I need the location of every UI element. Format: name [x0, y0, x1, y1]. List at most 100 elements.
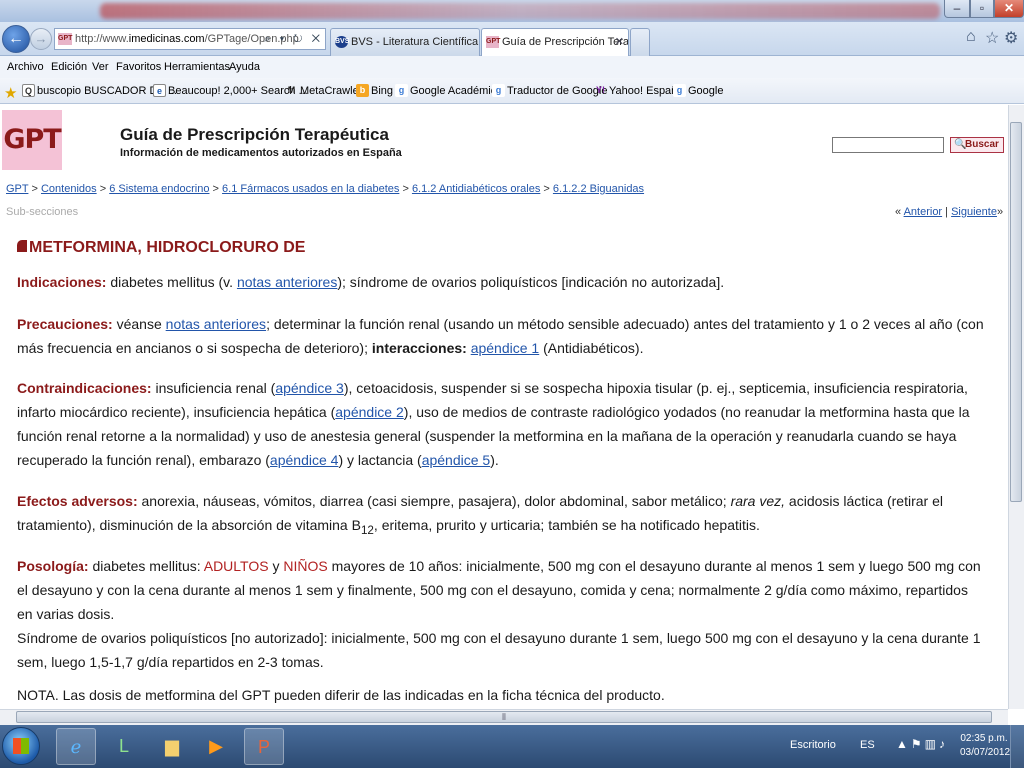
search-button[interactable]: 🔍 Buscar: [950, 137, 1004, 153]
clock-time: 02:35 p.m.: [960, 733, 1008, 744]
breadcrumb-farmacos-diabetes[interactable]: 6.1 Fármacos usados en la diabetes: [222, 183, 399, 195]
drug-title: METFORMINA, HIDROCLORURO DE: [17, 239, 305, 257]
notas-anteriores-link[interactable]: notas anteriores: [166, 316, 266, 332]
ninos-label: NIÑOS: [283, 558, 328, 574]
maximize-button[interactable]: ▫: [970, 0, 994, 18]
lync-icon[interactable]: L: [104, 728, 144, 765]
apendice-4-link[interactable]: apéndice 4: [270, 452, 339, 468]
back-button[interactable]: ←: [2, 25, 30, 53]
new-tab-button[interactable]: [630, 28, 650, 56]
fav-bing[interactable]: b Bing: [356, 78, 393, 104]
minimize-button[interactable]: –: [944, 0, 970, 18]
folder-icon[interactable]: ▆: [152, 728, 192, 765]
siguiente-link[interactable]: Siguiente: [951, 206, 997, 218]
drug-title-text: METFORMINA, HIDROCLORURO DE: [29, 239, 306, 256]
breadcrumb-sistema-endocrino[interactable]: 6 Sistema endocrino: [109, 183, 209, 195]
fav-label: MetaCrawler: [300, 85, 363, 97]
breadcrumb-home[interactable]: GPT: [6, 183, 28, 195]
language-indicator[interactable]: ES: [860, 739, 875, 751]
metacrawler-icon: M: [287, 85, 296, 95]
text: ) y lactancia (: [338, 452, 422, 468]
apendice-3-link[interactable]: apéndice 3: [275, 380, 344, 396]
gear-icon[interactable]: ⚙: [1004, 28, 1018, 48]
text: véanse: [112, 316, 166, 332]
url-prefix: http://www.: [75, 33, 129, 45]
home-icon[interactable]: ⌂: [966, 28, 976, 46]
section-label: Indicaciones:: [17, 274, 107, 290]
text: insuficiencia renal (: [151, 380, 276, 396]
fav-google-academico[interactable]: g Google Académico: [395, 78, 502, 104]
menu-herramientas[interactable]: Herramientas: [164, 56, 230, 78]
media-player-icon[interactable]: ▶: [196, 728, 236, 765]
google-icon: g: [492, 84, 505, 97]
prev-arrow: «: [895, 206, 902, 218]
start-button[interactable]: [2, 727, 40, 765]
favorites-star-icon[interactable]: ☆: [985, 28, 999, 48]
fav-label: Google Académico: [410, 85, 503, 97]
apendice-1-link[interactable]: apéndice 1: [471, 340, 540, 356]
breadcrumb-sep: >: [212, 183, 219, 195]
tab-gpt[interactable]: GPT Guía de Prescripción Terapé... ✕: [481, 28, 629, 56]
menu-ayuda[interactable]: Ayuda: [229, 56, 260, 78]
fav-google[interactable]: g Google: [673, 78, 723, 104]
site-subtitle: Información de medicamentos autorizados …: [120, 147, 402, 159]
windows-logo-icon: [13, 738, 29, 754]
tab-bvs[interactable]: BVS BVS - Literatura Científica y Té...: [330, 28, 480, 56]
tray-icons[interactable]: ▲⚑▥♪: [896, 737, 948, 751]
clock[interactable]: 02:35 p.m. 03/07/2012: [960, 732, 1010, 760]
indicaciones-section: Indicaciones: diabetes mellitus (v. nota…: [17, 270, 987, 294]
yahoo-icon: Y!: [596, 85, 605, 95]
notas-anteriores-link[interactable]: notas anteriores: [237, 274, 337, 290]
address-bar[interactable]: GPT http://www.imedicinas.com/GPTage/Ope…: [54, 28, 326, 50]
internet-explorer-icon[interactable]: ℯ: [56, 728, 96, 765]
close-button[interactable]: ✕: [994, 0, 1024, 18]
bvs-favicon-icon: BVS: [335, 36, 349, 48]
anterior-link[interactable]: Anterior: [904, 206, 943, 218]
apendice-5-link[interactable]: apéndice 5: [422, 452, 491, 468]
show-desktop-button[interactable]: [1010, 725, 1024, 768]
escritorio-toolbar[interactable]: Escritorio: [790, 739, 836, 751]
text: ); síndrome de ovarios poliquísticos [in…: [337, 274, 725, 290]
breadcrumb-biguanidas[interactable]: 6.1.2.2 Biguanidas: [553, 183, 644, 195]
subscript: 12: [360, 523, 374, 537]
fav-traductor[interactable]: g Traductor de Google: [492, 78, 607, 104]
breadcrumb-sep: >: [543, 183, 550, 195]
breadcrumb-contenidos[interactable]: Contenidos: [41, 183, 97, 195]
nota: NOTA. Las dosis de metformina del GPT pu…: [17, 687, 665, 703]
forward-button[interactable]: →: [30, 28, 52, 50]
fav-metacrawler[interactable]: M MetaCrawler: [285, 78, 363, 104]
contraindicaciones-section: Contraindicaciones: insuficiencia renal …: [17, 376, 987, 472]
breadcrumb-antidiabeticos-orales[interactable]: 6.1.2 Antidiabéticos orales: [412, 183, 540, 195]
close-tab-icon[interactable]: ✕: [615, 29, 624, 55]
efectos-adversos-section: Efectos adversos: anorexia, náuseas, vóm…: [17, 489, 987, 543]
fav-yahoo[interactable]: Y! Yahoo! España: [594, 78, 683, 104]
browser-nav-bar: ← → GPT http://www.imedicinas.com/GPTage…: [0, 22, 1024, 56]
blurred-window-title: [100, 3, 940, 19]
search-icon: 🔍: [954, 139, 967, 150]
google-icon: g: [395, 84, 408, 97]
address-controls[interactable]: ⌕ ▾ ↻ ✕: [264, 29, 323, 49]
breadcrumb-sep: >: [99, 183, 107, 195]
menu-archivo[interactable]: Archivo: [7, 56, 44, 78]
precauciones-section: Precauciones: véanse notas anteriores; d…: [17, 312, 987, 360]
section-label: Contraindicaciones:: [17, 380, 152, 396]
menu-favoritos[interactable]: Favoritos: [116, 56, 161, 78]
section-label: Posología:: [17, 558, 89, 574]
gpt-logo[interactable]: GPT: [2, 110, 62, 170]
fav-label: Traductor de Google: [507, 85, 608, 97]
menu-edicion[interactable]: Edición: [51, 56, 87, 78]
text: ).: [490, 452, 499, 468]
posologia-line2: Síndrome de ovarios poliquísticos [no au…: [17, 630, 981, 670]
prev-next-nav: « Anterior | Siguiente»: [895, 206, 1003, 218]
menu-ver[interactable]: Ver: [92, 56, 109, 78]
favorites-star-icon[interactable]: ★: [4, 81, 17, 107]
search-input[interactable]: [832, 137, 944, 153]
vertical-scroll-thumb[interactable]: [1010, 122, 1022, 502]
apendice-2-link[interactable]: apéndice 2: [335, 404, 404, 420]
google-icon: g: [673, 84, 686, 97]
buscopio-icon: Q: [22, 84, 35, 97]
powerpoint-icon[interactable]: P: [244, 728, 284, 765]
page-content: GPT Guía de Prescripción Terapéutica Inf…: [0, 105, 1008, 709]
horizontal-scroll-thumb[interactable]: ⦀: [16, 711, 992, 723]
text: diabetes mellitus:: [88, 558, 204, 574]
